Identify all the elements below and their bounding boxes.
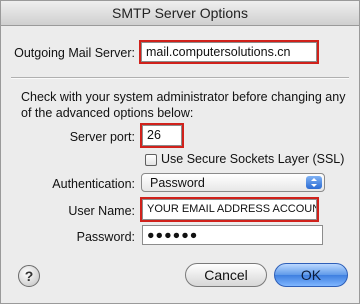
- help-icon: ?: [24, 268, 34, 284]
- server-port-input[interactable]: 26: [140, 123, 184, 148]
- password-input[interactable]: ●●●●●●: [142, 225, 323, 245]
- ssl-label: Use Secure Sockets Layer (SSL): [161, 152, 345, 166]
- authentication-label: Authentication:: [52, 177, 135, 191]
- cancel-button[interactable]: Cancel: [185, 263, 267, 287]
- instructions-text: Check with your system administrator bef…: [21, 90, 346, 120]
- server-port-label: Server port:: [69, 130, 135, 144]
- authentication-select[interactable]: Password: [141, 173, 325, 192]
- authentication-selected: Password: [150, 176, 205, 190]
- password-label: Password:: [76, 230, 135, 244]
- select-arrows-icon: [306, 176, 322, 189]
- title-bar: SMTP Server Options: [1, 1, 359, 26]
- outgoing-server-label: Outgoing Mail Server:: [14, 46, 135, 60]
- outgoing-server-input[interactable]: mail.computersolutions.cn: [139, 40, 319, 64]
- smtp-options-dialog: SMTP Server Options Outgoing Mail Server…: [0, 0, 360, 304]
- username-label: User Name:: [68, 204, 135, 218]
- username-input[interactable]: YOUR EMAIL ADDRESS ACCOUNT: [140, 197, 319, 222]
- ok-button[interactable]: OK: [274, 263, 348, 287]
- help-button[interactable]: ?: [18, 265, 40, 287]
- ssl-checkbox[interactable]: [145, 154, 157, 166]
- section-divider: [11, 77, 349, 79]
- dialog-title: SMTP Server Options: [112, 5, 248, 21]
